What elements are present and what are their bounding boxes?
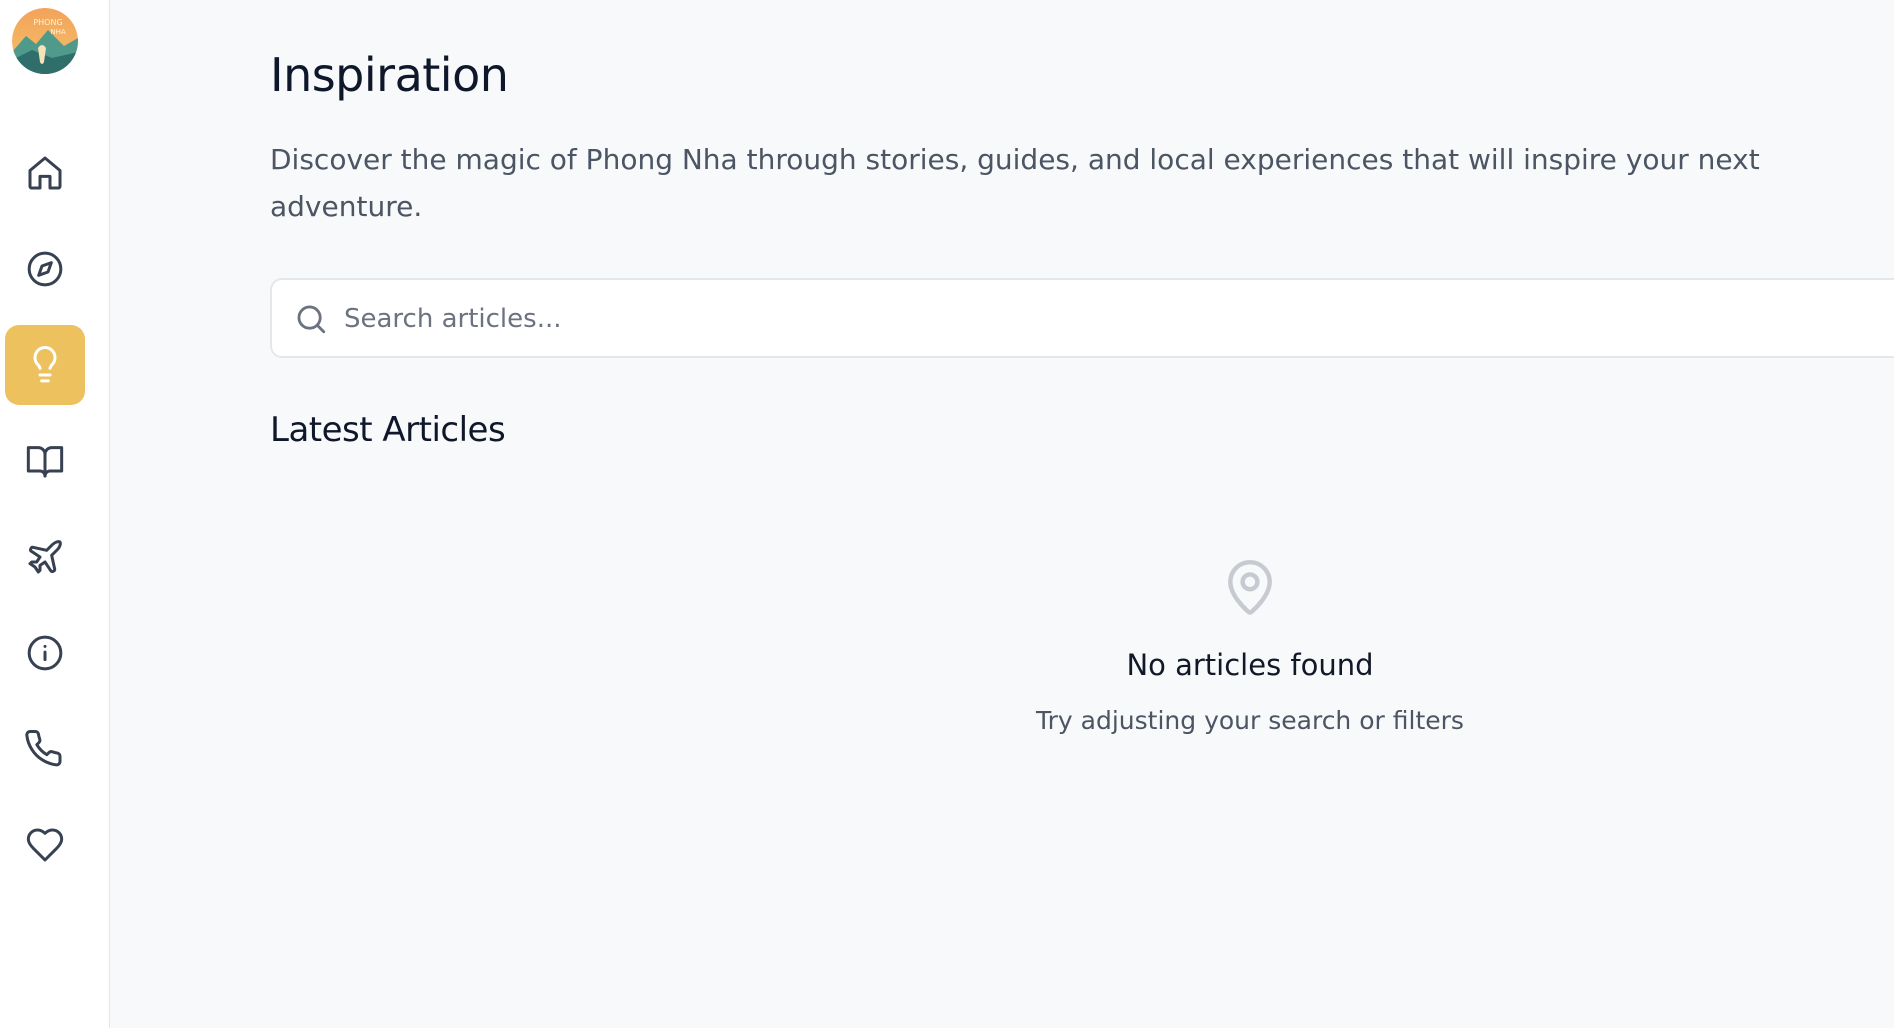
compass-icon	[27, 251, 63, 287]
logo[interactable]: PHONG NHA	[12, 8, 78, 74]
sidebar-item-contact[interactable]	[5, 709, 85, 789]
map-pin-icon	[1228, 560, 1272, 615]
page-title: Inspiration	[270, 48, 509, 102]
search-icon	[297, 305, 326, 334]
sidebar-item-home[interactable]	[5, 133, 85, 213]
info-icon	[27, 635, 63, 671]
main-content: Inspiration Discover the magic of Phong …	[270, 0, 1894, 1028]
lightbulb-icon	[33, 346, 57, 383]
empty-state-subtitle: Try adjusting your search or filters	[1036, 706, 1464, 735]
sidebar-item-guides[interactable]	[5, 421, 85, 501]
sidebar-item-inspiration[interactable]	[5, 325, 85, 405]
page-description: Discover the magic of Phong Nha through …	[270, 143, 1760, 223]
sidebar: PHONG NHA	[0, 0, 110, 1028]
section-title-latest-articles: Latest Articles	[270, 410, 506, 450]
sidebar-item-travel[interactable]	[5, 517, 85, 597]
heart-icon	[26, 828, 64, 862]
app-root: PHONG NHA Inspiration Discover the magic…	[0, 0, 1894, 1028]
search-box[interactable]	[270, 278, 1894, 358]
sidebar-item-favorites[interactable]	[5, 805, 85, 885]
search-input[interactable]	[344, 292, 1844, 346]
empty-state-title: No articles found	[1126, 648, 1374, 682]
plane-icon	[28, 540, 62, 574]
logo-text-line-2: NHA	[50, 28, 66, 36]
home-icon	[28, 156, 62, 190]
logo-image: PHONG NHA	[12, 8, 78, 74]
phone-icon	[25, 729, 62, 767]
sidebar-item-info[interactable]	[5, 613, 85, 693]
sidebar-item-explore[interactable]	[5, 229, 85, 309]
book-open-icon	[26, 446, 64, 478]
empty-state: No articles found Try adjusting your sea…	[990, 556, 1510, 735]
logo-text-line-1: PHONG	[33, 18, 62, 27]
